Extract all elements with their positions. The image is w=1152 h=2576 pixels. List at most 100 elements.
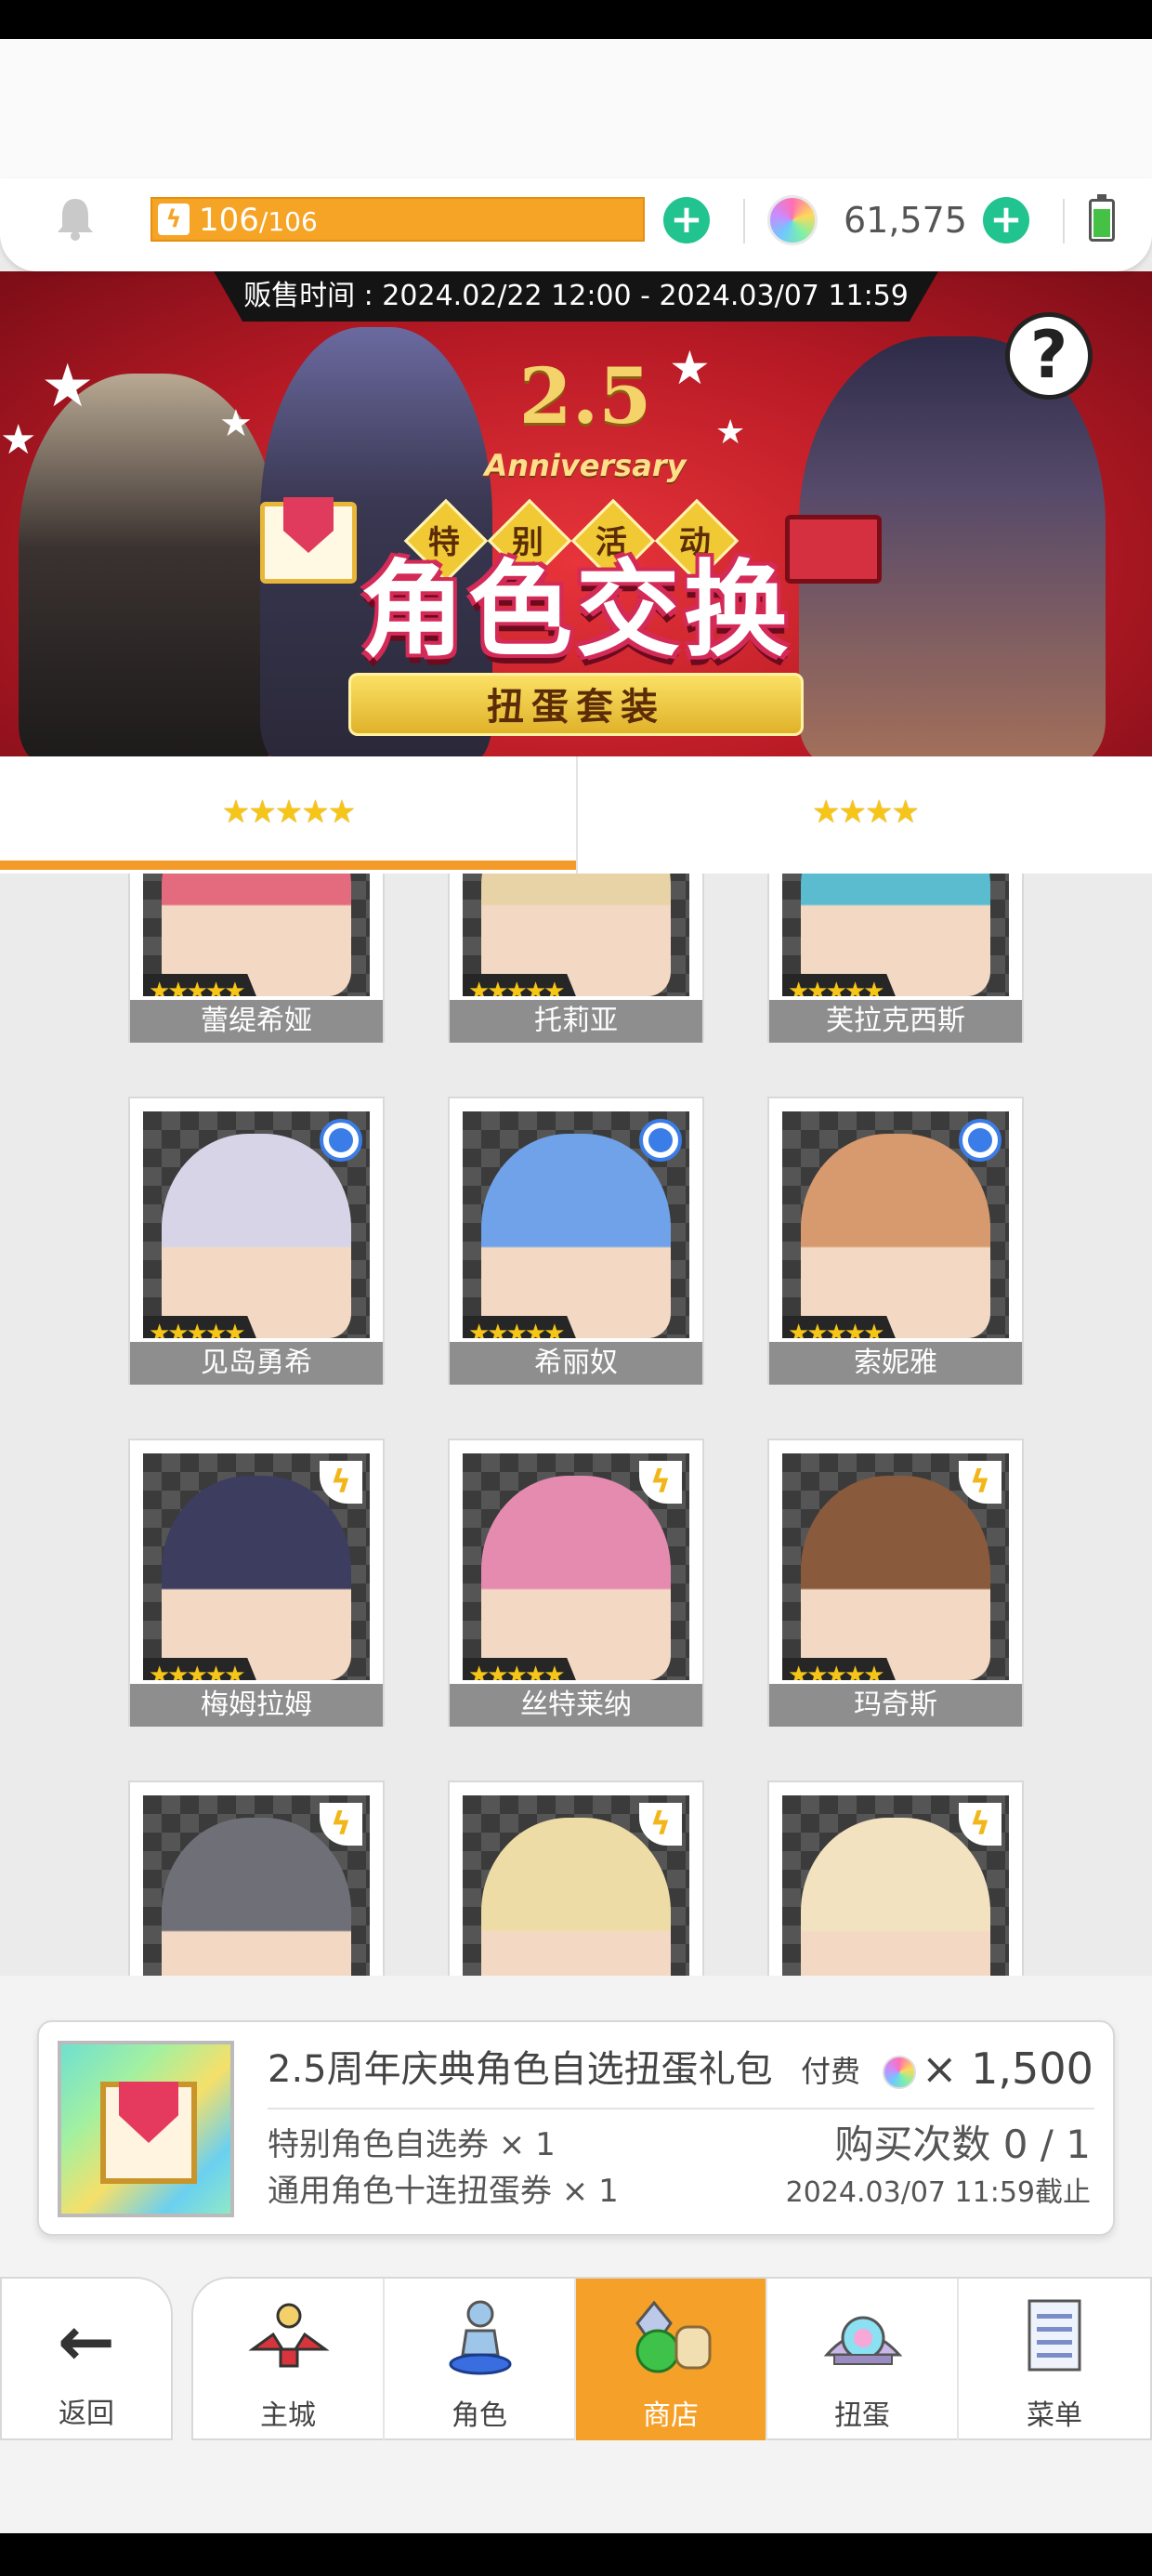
rarity-stars-icon: ★★★★★	[463, 1316, 582, 1338]
lightning-badge-icon: ϟ	[320, 1461, 362, 1504]
tab-stars-icon: ★★★★★	[221, 794, 356, 831]
character-portrait: ★★★★★	[143, 1111, 370, 1338]
character-portrait: ★★★★★	[463, 874, 689, 996]
character-art	[481, 1134, 671, 1338]
character-card[interactable]: ϟ ★★★★★ 梅姆拉姆	[128, 1439, 385, 1727]
package-card[interactable]: 2.5周年庆典角色自选扭蛋礼包 付费 × 1,500 特别角色自选券 × 1 通…	[37, 2020, 1115, 2236]
character-art	[162, 1476, 351, 1680]
sale-time: 贩售时间 : 2024.02/22 12:00 - 2024.03/07 11:…	[214, 271, 938, 322]
top-spacer	[0, 39, 1152, 178]
tab-stars-icon: ★★★★	[812, 794, 920, 831]
character-card[interactable]: ★★★★★ 芙拉克西斯	[767, 874, 1024, 1043]
nav-item-menu[interactable]: 菜单	[959, 2279, 1150, 2442]
help-button[interactable]: ?	[1005, 312, 1093, 400]
rarity-stars-icon: ★★★★★	[782, 974, 901, 996]
character-name: 玛奇斯	[769, 1684, 1022, 1727]
tab-5-star[interactable]: ★★★★★	[0, 756, 576, 877]
banner-subtitle: 扭蛋套装	[348, 673, 804, 736]
character-name: 见岛勇希	[130, 1342, 383, 1385]
nav-item-gacha[interactable]: 扭蛋	[767, 2279, 959, 2442]
character-art	[481, 1476, 671, 1680]
system-status-bar	[0, 0, 1152, 39]
lightning-badge-icon: ϟ	[320, 1803, 362, 1846]
resource-bar: ϟ 106/106 + 61,575 +	[0, 178, 1152, 271]
nav-item-shop[interactable]: 商店	[576, 2279, 767, 2442]
character-name: 丝特莱纳	[450, 1684, 702, 1727]
energy-bolt-icon: ϟ	[158, 204, 190, 235]
character-card[interactable]: ϟ★★★★★	[128, 1781, 385, 1976]
character-portrait: ϟ★★★★★	[143, 1453, 370, 1680]
lightning-badge-icon: ϟ	[639, 1461, 682, 1504]
character-portrait: ϟ★★★★★	[782, 1795, 1009, 1976]
paid-label: 付费	[801, 2054, 861, 2089]
add-energy-button[interactable]: +	[663, 197, 710, 243]
system-navigation-bar	[0, 2533, 1152, 2576]
notification-bell-icon[interactable]	[54, 195, 97, 242]
character-portrait: ★★★★★	[782, 874, 1009, 996]
character-portrait: ★★★★★	[463, 1111, 689, 1338]
nav-label: 菜单	[1027, 2399, 1082, 2432]
character-icon	[449, 2300, 512, 2375]
rarity-stars-icon: ★★★★★	[143, 1316, 262, 1338]
character-art	[801, 1476, 990, 1680]
rarity-tabs: ★★★★★ ★★★★	[0, 756, 1152, 877]
character-card[interactable]: ★★★★★ 希丽奴	[448, 1097, 704, 1385]
character-portrait: ϟ★★★★★	[463, 1795, 689, 1976]
character-art	[801, 1818, 990, 1976]
character-card[interactable]: ϟ ★★★★★ 丝特莱纳	[448, 1439, 704, 1727]
lightning-badge-icon: ϟ	[959, 1461, 1001, 1504]
gacha-icon	[823, 2316, 903, 2365]
owned-badge-icon	[959, 1119, 1001, 1162]
character-card[interactable]: ★★★★★ 蕾缇希娅	[128, 874, 385, 1043]
rarity-stars-icon: ★★★★★	[463, 1658, 582, 1680]
back-button[interactable]: ← 返回	[0, 2277, 173, 2440]
rarity-stars-icon: ★★★★★	[143, 974, 262, 996]
character-card[interactable]: ★★★★★ 索妮雅	[767, 1097, 1024, 1385]
character-art	[162, 1818, 351, 1976]
envelope-icon	[100, 2082, 197, 2184]
character-art	[481, 1818, 671, 1976]
back-label: 返回	[59, 2398, 114, 2430]
gem-count: 61,575	[844, 200, 967, 241]
nav-tabs: 主城 角色 商店 扭蛋 菜单	[191, 2277, 1152, 2442]
bottom-navigation: ← 返回 主城 角色 商店 扭蛋 菜单	[0, 2277, 1152, 2442]
character-card[interactable]: ϟ★★★★★	[448, 1781, 704, 1976]
package-icon	[58, 2041, 234, 2217]
character-card[interactable]: ★★★★★ 托莉亚	[448, 874, 704, 1043]
anniversary-logo-text: Anniversary	[484, 448, 687, 483]
gesture-bar	[0, 2440, 1152, 2533]
character-portrait: ϟ ★★★★★	[463, 1453, 689, 1680]
rarity-stars-icon: ★★★★★	[463, 974, 582, 996]
add-gem-button[interactable]: +	[983, 197, 1029, 243]
star-decoration-icon: ★	[715, 414, 746, 452]
star-decoration-icon: ★	[219, 402, 253, 445]
character-card[interactable]: ★★★★★ 见岛勇希	[128, 1097, 385, 1385]
character-portrait: ★★★★★	[782, 1111, 1009, 1338]
character-name: 希丽奴	[450, 1342, 702, 1385]
character-art	[801, 1134, 990, 1338]
character-card[interactable]: ϟ★★★★★	[767, 1781, 1024, 1976]
owned-badge-icon	[639, 1119, 682, 1162]
energy-bar: ϟ 106/106	[151, 197, 645, 242]
character-name: 蕾缇希娅	[130, 1000, 383, 1043]
tab-4-star[interactable]: ★★★★	[576, 756, 1152, 877]
active-tab-indicator	[0, 861, 576, 870]
purchase-deadline: 2024.03/07 11:59截止	[785, 2176, 1091, 2209]
nav-label: 商店	[643, 2399, 699, 2432]
lightning-badge-icon: ϟ	[639, 1803, 682, 1846]
character-grid[interactable]: ★★★★★ 蕾缇希娅 ★★★★★ 托莉亚 ★★★★★ 芙拉克西斯 ★★★★★ 见岛勇希 ★★★★…	[0, 874, 1152, 1976]
character-portrait: ϟ ★★★★★	[782, 1453, 1009, 1680]
character-card[interactable]: ϟ ★★★★★ 玛奇斯	[767, 1439, 1024, 1727]
package-title: 2.5周年庆典角色自选扭蛋礼包	[268, 2048, 773, 2091]
character-portrait: ϟ★★★★★	[143, 1795, 370, 1976]
nav-item-castle[interactable]: 主城	[193, 2279, 385, 2442]
gem-icon	[883, 2056, 916, 2089]
rarity-stars-icon: ★★★★★	[782, 1658, 901, 1680]
divider	[743, 199, 745, 243]
rarity-stars-icon: ★★★★★	[782, 1316, 901, 1338]
character-portrait: ★★★★★	[143, 874, 370, 996]
shop-icon	[635, 2300, 712, 2373]
nav-item-character[interactable]: 角色	[385, 2279, 576, 2442]
character-art	[162, 1134, 351, 1338]
star-decoration-icon: ★	[0, 416, 37, 464]
